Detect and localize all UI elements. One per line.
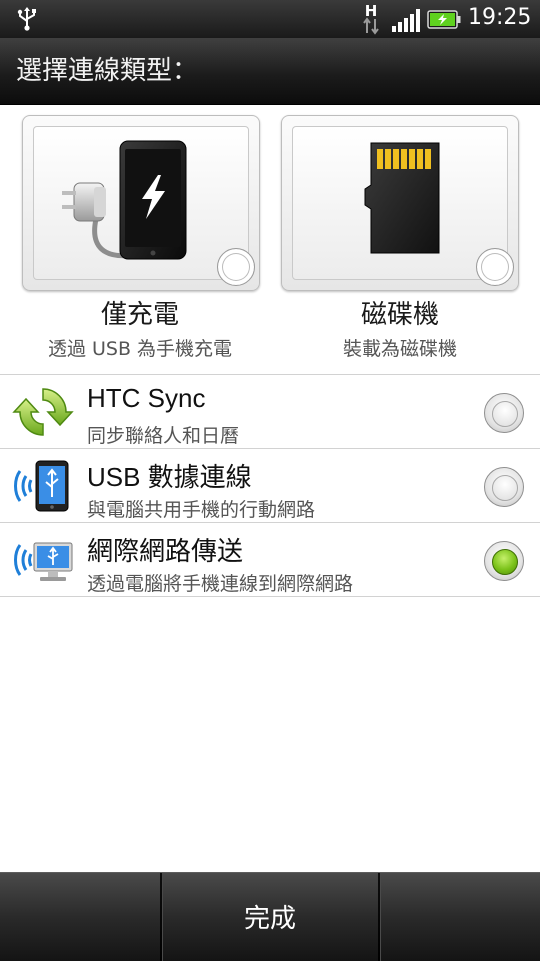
page-title: 選擇連線類型： — [16, 56, 199, 86]
option-title: 網際網路傳送 — [87, 536, 244, 566]
bottom-action-bar: 完成 — [0, 872, 540, 961]
charge-only-tile[interactable] — [22, 115, 260, 291]
done-button[interactable]: 完成 — [162, 873, 378, 961]
svg-text:H: H — [365, 2, 378, 20]
status-bar: H 19:25 — [0, 0, 540, 38]
title-bar: 選擇連線類型： — [0, 38, 540, 105]
network-h-icon: H — [363, 2, 379, 35]
option-subtitle: 透過電腦將手機連線到網際網路 — [87, 573, 354, 595]
sync-icon — [12, 388, 74, 436]
usb-tethering-icon — [14, 460, 69, 512]
disk-drive-title: 磁碟機 — [360, 300, 439, 330]
signal-icon — [392, 9, 420, 32]
option-subtitle: 同步聯絡人和日曆 — [87, 425, 240, 447]
charge-only-radio[interactable] — [217, 248, 255, 286]
status-time: 19:25 — [468, 5, 532, 30]
tile-frame — [33, 126, 249, 280]
option-title: USB 數據連線 — [87, 462, 252, 492]
disk-drive-radio[interactable] — [476, 248, 514, 286]
charge-only-title: 僅充電 — [100, 300, 179, 330]
usb-icon — [17, 7, 36, 31]
option-usb-tethering[interactable]: USB 數據連線 與電腦共用手機的行動網路 — [0, 449, 540, 523]
htc-sync-radio[interactable] — [484, 393, 524, 433]
divider — [0, 596, 540, 597]
option-title: HTC Sync — [87, 383, 206, 413]
usb-tethering-radio[interactable] — [484, 467, 524, 507]
disk-drive-subtitle: 裝載為磁碟機 — [342, 338, 457, 360]
battery-icon — [427, 10, 461, 29]
charge-only-subtitle: 透過 USB 為手機充電 — [47, 338, 233, 360]
charge-phone-icon — [62, 140, 187, 260]
bar-separator — [378, 873, 381, 961]
option-subtitle: 與電腦共用手機的行動網路 — [87, 499, 316, 521]
tile-frame — [292, 126, 508, 280]
option-htc-sync[interactable]: HTC Sync 同步聯絡人和日曆 — [0, 375, 540, 449]
internet-pass-through-icon — [14, 542, 73, 581]
sd-card-icon — [364, 142, 440, 254]
internet-pass-through-radio[interactable] — [484, 541, 524, 581]
option-internet-pass-through[interactable]: 網際網路傳送 透過電腦將手機連線到網際網路 — [0, 523, 540, 597]
disk-drive-tile[interactable] — [281, 115, 519, 291]
